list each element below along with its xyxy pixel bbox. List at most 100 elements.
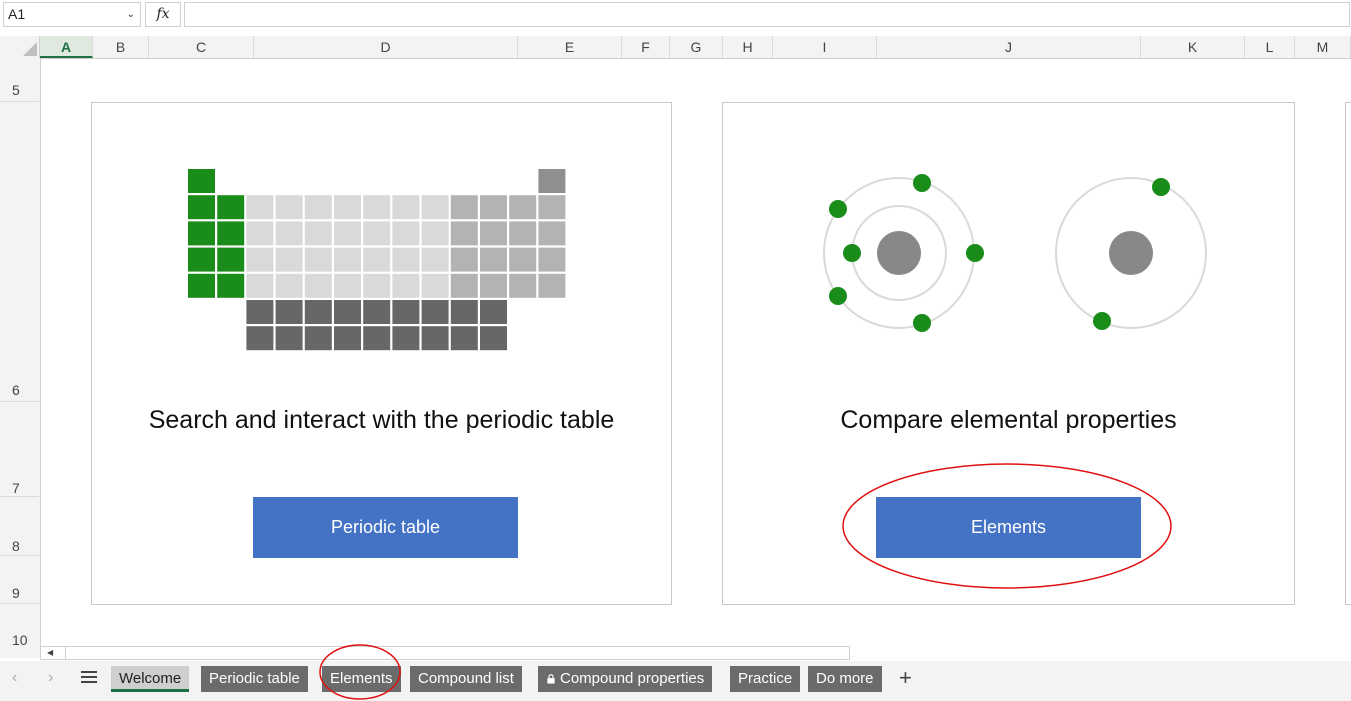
periodic-table-cell	[392, 300, 420, 324]
periodic-table-cell	[421, 326, 449, 351]
periodic-table-cell	[538, 221, 566, 246]
column-header-l[interactable]: L	[1245, 36, 1295, 58]
periodic-table-cell	[217, 221, 245, 246]
periodic-table-cell	[421, 221, 449, 246]
column-header-c[interactable]: C	[149, 36, 254, 58]
periodic-table-cell	[334, 221, 361, 246]
row-header-10[interactable]: 10	[0, 604, 39, 658]
periodic-table-cell	[480, 221, 507, 246]
periodic-table-cell	[188, 273, 215, 298]
insert-function-button[interactable]: fx	[145, 2, 181, 27]
column-header-g[interactable]: G	[670, 36, 723, 58]
add-sheet-icon[interactable]: +	[899, 665, 912, 691]
periodic-table-cell	[509, 247, 537, 272]
tab-elements[interactable]: Elements	[322, 666, 401, 692]
tab-practice[interactable]: Practice	[730, 666, 801, 692]
periodic-table-cell	[334, 195, 361, 220]
column-header-m[interactable]: M	[1295, 36, 1351, 58]
periodic-table-card: Search and interact with the periodic ta…	[91, 102, 672, 605]
periodic-table-cell	[450, 195, 478, 220]
periodic-table-cell	[480, 247, 507, 272]
chevron-down-icon[interactable]: ⌄	[127, 3, 135, 26]
compare-elements-card: Compare elemental properties Elements	[722, 102, 1295, 605]
periodic-table-cell	[538, 169, 566, 193]
row-header-8[interactable]: 8	[0, 497, 39, 556]
periodic-table-card-title: Search and interact with the periodic ta…	[148, 406, 615, 434]
select-all-corner[interactable]	[0, 36, 40, 58]
periodic-table-cell	[217, 195, 245, 220]
column-header-k[interactable]: K	[1141, 36, 1245, 58]
column-header-d[interactable]: D	[254, 36, 518, 58]
periodic-table-cell	[363, 300, 391, 324]
periodic-table-cell	[450, 273, 478, 298]
tab-do-more[interactable]: Do more	[808, 666, 882, 692]
tab-welcome[interactable]: Welcome	[111, 666, 190, 692]
periodic-table-cell	[304, 273, 332, 298]
periodic-table-cell	[480, 300, 507, 324]
periodic-table-cell	[304, 326, 332, 351]
periodic-table-cell	[363, 195, 391, 220]
periodic-table-cell	[275, 273, 303, 298]
column-header-a[interactable]: A	[40, 36, 93, 58]
row-header-6[interactable]: 6	[0, 102, 39, 402]
row-headers: 5 6 7 8 9 10	[0, 58, 41, 658]
periodic-table-cell	[509, 195, 537, 220]
periodic-table-cell	[188, 221, 215, 246]
tab-compound-properties[interactable]: Compound properties	[538, 666, 713, 692]
periodic-table-button[interactable]: Periodic table	[253, 497, 518, 558]
periodic-table-icon	[188, 169, 566, 351]
column-header-b[interactable]: B	[93, 36, 149, 58]
previous-sheet-icon[interactable]: ‹	[12, 669, 17, 687]
tab-periodic-table[interactable]: Periodic table	[201, 666, 308, 692]
lock-icon	[547, 674, 555, 684]
periodic-table-cell	[188, 247, 215, 272]
formula-input[interactable]	[184, 2, 1350, 27]
periodic-table-cell	[392, 221, 420, 246]
periodic-table-cell	[538, 247, 566, 272]
periodic-table-cell	[421, 273, 449, 298]
scroll-left-icon[interactable]: ◀	[47, 648, 53, 657]
name-box[interactable]: A1 ⌄	[3, 2, 141, 27]
row-header-9[interactable]: 9	[0, 556, 39, 604]
periodic-table-cell	[480, 273, 507, 298]
column-header-i[interactable]: I	[773, 36, 877, 58]
column-header-h[interactable]: H	[723, 36, 773, 58]
periodic-table-cell	[275, 195, 303, 220]
elements-button[interactable]: Elements	[876, 497, 1141, 558]
periodic-table-cell	[480, 326, 507, 351]
periodic-table-cell	[246, 221, 274, 246]
periodic-table-cell	[421, 195, 449, 220]
periodic-table-cell	[363, 221, 391, 246]
scrollbar-divider	[65, 647, 66, 659]
tab-compound-list[interactable]: Compound list	[410, 666, 522, 692]
horizontal-scrollbar[interactable]: ◀	[40, 646, 850, 660]
row-header-7[interactable]: 7	[0, 402, 39, 497]
periodic-table-cell	[217, 247, 245, 272]
periodic-table-cell	[246, 300, 274, 324]
sheet-list-menu-icon[interactable]	[81, 670, 97, 684]
periodic-table-cell	[334, 247, 361, 272]
column-header-e[interactable]: E	[518, 36, 622, 58]
periodic-table-cell	[275, 221, 303, 246]
periodic-table-cell	[392, 195, 420, 220]
periodic-table-cell	[275, 326, 303, 351]
periodic-table-cell	[246, 273, 274, 298]
periodic-table-cell	[304, 247, 332, 272]
column-headers: A B C D E F G H I J K L M	[0, 36, 1351, 59]
periodic-table-cell	[509, 273, 537, 298]
periodic-table-cell	[304, 300, 332, 324]
column-header-j[interactable]: J	[877, 36, 1141, 58]
column-header-f[interactable]: F	[622, 36, 670, 58]
periodic-table-cell	[450, 247, 478, 272]
periodic-table-cell	[304, 195, 332, 220]
periodic-table-cell	[538, 195, 566, 220]
periodic-table-cell	[334, 326, 361, 351]
periodic-table-cell	[275, 300, 303, 324]
periodic-table-cell	[421, 247, 449, 272]
periodic-table-cell	[392, 273, 420, 298]
row-header-5[interactable]: 5	[0, 58, 39, 102]
periodic-table-cell	[392, 247, 420, 272]
periodic-table-cell	[509, 221, 537, 246]
next-sheet-icon[interactable]: ›	[48, 669, 53, 687]
sheet-tabs-bar: ‹ › Welcome Periodic table Elements Comp…	[0, 661, 1351, 701]
